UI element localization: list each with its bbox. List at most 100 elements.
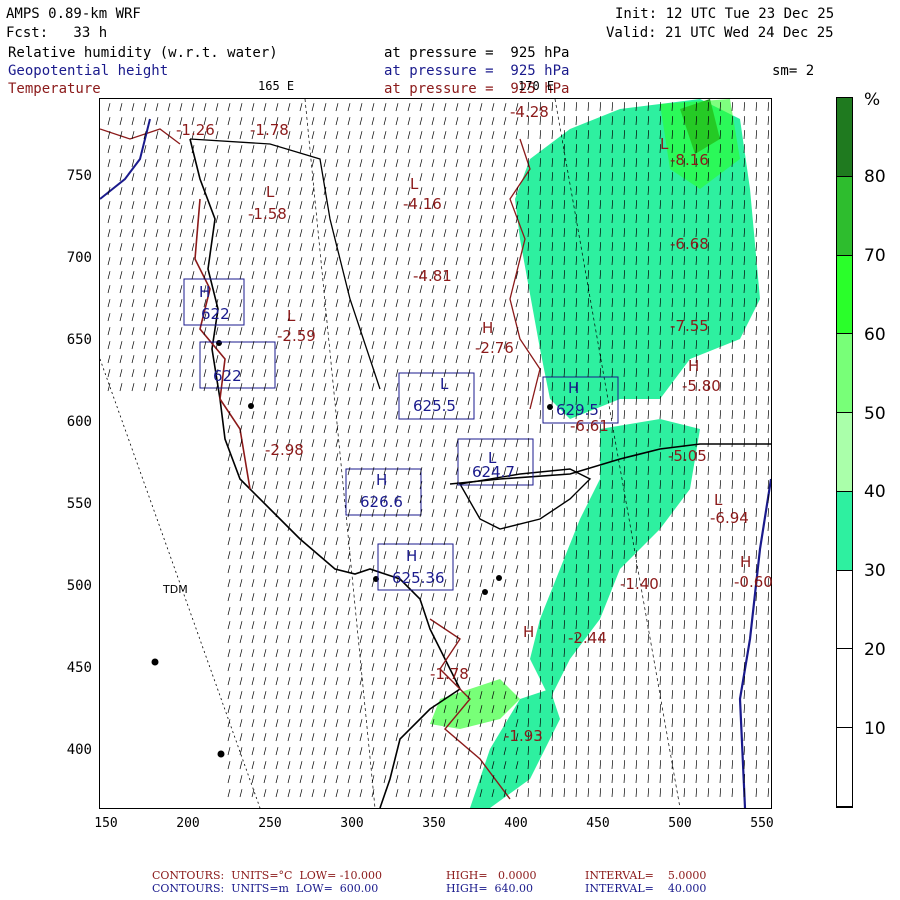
wind-barb <box>719 368 722 378</box>
wind-barb <box>767 634 770 644</box>
wind-barb <box>767 788 770 798</box>
wind-barb <box>683 718 686 728</box>
wind-barb <box>179 299 183 308</box>
wind-barb <box>395 173 399 182</box>
wind-barb <box>395 761 399 770</box>
wind-barb <box>707 354 710 364</box>
wind-barb <box>611 788 614 798</box>
wind-barb <box>263 271 267 280</box>
wind-barb <box>551 452 554 462</box>
wind-barb <box>551 774 554 784</box>
wind-barb <box>299 271 303 280</box>
wind-barb <box>263 593 267 602</box>
wind-barb <box>227 467 231 476</box>
wind-barb <box>671 550 674 560</box>
wind-barb <box>419 649 423 658</box>
wind-barb <box>743 480 746 490</box>
wind-barb <box>227 355 231 364</box>
wind-barb <box>311 215 315 224</box>
wind-barb <box>755 746 758 756</box>
wind-barb <box>455 593 459 602</box>
wind-barb <box>755 494 758 504</box>
wind-barb <box>359 523 363 532</box>
wind-barb <box>359 425 363 434</box>
wind-barb <box>191 369 195 378</box>
wind-barb <box>119 285 123 294</box>
wind-barb <box>587 438 590 448</box>
wind-barb <box>383 243 387 252</box>
wind-barb <box>431 425 435 434</box>
wind-barb <box>767 298 770 308</box>
wind-barb <box>371 775 375 784</box>
wind-barb <box>767 200 770 210</box>
wind-barb <box>323 593 327 602</box>
wind-barb <box>359 257 363 266</box>
wind-barb <box>755 732 758 742</box>
wind-barb <box>407 425 411 434</box>
wind-barb <box>167 369 171 378</box>
wind-barb <box>419 747 423 756</box>
height-label: 625.5 <box>413 397 456 415</box>
wind-barb <box>359 201 363 210</box>
wind-barb <box>263 103 267 112</box>
wind-barb <box>311 313 315 322</box>
wind-barb <box>455 579 459 588</box>
footer-height-contours: CONTOURS: UNITS=m LOW= 600.00 <box>152 882 379 895</box>
wind-barb <box>359 593 363 602</box>
wind-barb <box>743 746 746 756</box>
temp-label: -4.28 <box>510 103 549 121</box>
wind-barb <box>611 718 614 728</box>
wind-barb <box>755 662 758 672</box>
wind-barb <box>479 201 483 210</box>
wind-barb <box>467 173 471 182</box>
wind-barb <box>479 635 483 644</box>
wind-barb <box>383 341 387 350</box>
wind-barb <box>767 452 770 462</box>
wind-barb <box>311 761 315 770</box>
wind-barb <box>335 705 339 714</box>
wind-barb <box>611 746 614 756</box>
wind-barb <box>707 704 710 714</box>
wind-barb <box>119 257 123 266</box>
wind-barb <box>491 733 495 742</box>
wind-barb <box>335 579 339 588</box>
wind-barb <box>443 621 447 630</box>
wind-barb <box>419 327 423 336</box>
wind-barb <box>419 677 423 686</box>
wind-barb <box>491 103 495 112</box>
wind-barb <box>683 774 686 784</box>
wind-barb <box>659 564 662 574</box>
wind-barb <box>383 369 387 378</box>
wind-barb <box>575 718 578 728</box>
wind-barb <box>443 103 447 112</box>
wind-barb <box>383 719 387 728</box>
wind-barb <box>683 410 686 420</box>
wind-barb <box>311 635 315 644</box>
wind-barb <box>527 648 530 658</box>
wind-barb <box>299 243 303 252</box>
wind-barb <box>191 103 195 112</box>
wind-barb <box>371 257 375 266</box>
wind-barb <box>311 733 315 742</box>
wind-barb <box>191 313 195 322</box>
wind-barb <box>611 592 614 602</box>
wind-barb <box>755 116 758 126</box>
wind-barb <box>539 536 542 546</box>
wind-barb <box>551 788 554 798</box>
wind-barb <box>287 509 291 518</box>
wind-barb <box>755 774 758 784</box>
wind-barb <box>755 130 758 140</box>
wind-barb <box>383 145 387 154</box>
wind-barb <box>395 383 399 392</box>
wind-barb <box>443 453 447 462</box>
wind-barb <box>419 299 423 308</box>
wind-barb <box>323 201 327 210</box>
wind-barb <box>383 663 387 672</box>
wind-barb <box>443 509 447 518</box>
wind-barb <box>527 340 530 350</box>
wind-barb <box>755 214 758 224</box>
wind-barb <box>119 341 123 350</box>
wind-barb <box>299 425 303 434</box>
wind-barb <box>335 257 339 266</box>
wind-barb <box>707 690 710 700</box>
